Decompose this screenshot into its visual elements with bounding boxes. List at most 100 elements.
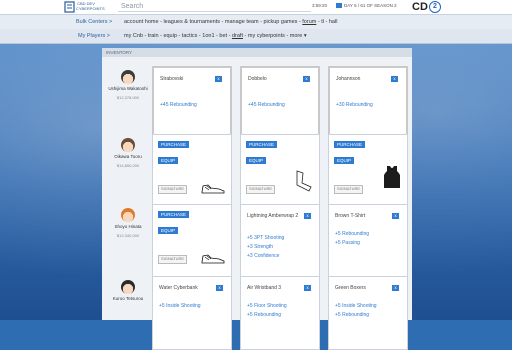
remove-button[interactable]: x bbox=[392, 285, 399, 291]
my-players-link[interactable]: My Players > bbox=[78, 33, 110, 39]
game-day-text: DAY 5 / 61 OF SEASON 2 bbox=[336, 3, 397, 9]
inventory-card[interactable]: PURCHASE EQUIP SIGNATURE bbox=[152, 134, 232, 208]
card-title: Lightning Amberwrap 2 bbox=[247, 213, 299, 219]
nav-link-forum[interactable]: forum bbox=[302, 19, 316, 25]
player-summary[interactable]: Kuroo Tetsurou bbox=[108, 280, 148, 302]
nav-link-equip[interactable]: equip bbox=[163, 33, 176, 39]
bulk-centers-link[interactable]: Bulk Centers > bbox=[76, 19, 112, 25]
purchase-button[interactable]: PURCHASE bbox=[158, 141, 190, 148]
signature-button[interactable]: SIGNATURE bbox=[158, 185, 188, 194]
nav-link-leagues-tournaments[interactable]: leagues & tournaments bbox=[163, 19, 220, 25]
inventory-card[interactable]: Dobbelo x +45 Rebounding bbox=[240, 66, 320, 140]
equip-button[interactable]: EQUIP bbox=[158, 227, 179, 234]
card-bonus: +45 Rebounding bbox=[160, 102, 197, 108]
panel-title: INVENTORY bbox=[102, 48, 412, 57]
inventory-card[interactable]: Strabovski x +45 Rebounding bbox=[152, 66, 232, 140]
inventory-card[interactable]: PURCHASE EQUIP SIGNATURE bbox=[240, 134, 320, 208]
player-salary: $12,340,000 bbox=[116, 232, 140, 238]
logo-icon[interactable] bbox=[64, 1, 76, 13]
nav-link-1on1[interactable]: 1on1 bbox=[202, 33, 214, 39]
equip-button[interactable]: EQUIP bbox=[246, 157, 267, 164]
brand-circle: 2 bbox=[428, 1, 441, 13]
inventory-card[interactable]: Johannson x +30 Rebounding bbox=[328, 66, 408, 140]
card-title: Air Wristband 3 bbox=[247, 285, 282, 291]
inventory-card[interactable]: Water Cyberbank x +5 Inside Shooting bbox=[152, 276, 232, 350]
player-name: Ushijima Wakatoshi bbox=[108, 86, 148, 91]
nav-link-tactics[interactable]: tactics bbox=[182, 33, 198, 39]
card-title: Johannson bbox=[336, 76, 361, 82]
card-bonus: +5 3PT Shooting bbox=[247, 235, 285, 241]
chevron-down-icon[interactable]: ▾ bbox=[302, 33, 307, 39]
player-name: Oikawa Tooru bbox=[114, 154, 142, 159]
avatar[interactable] bbox=[121, 280, 135, 294]
remove-button[interactable]: x bbox=[304, 285, 311, 291]
inventory-card[interactable]: Brown T-Shirt x +5 Rebounding +5 Passing bbox=[328, 204, 408, 278]
avatar[interactable] bbox=[121, 208, 135, 222]
card-bonus: +30 Rebounding bbox=[336, 102, 373, 108]
player-summary[interactable]: Ushijima Wakatoshi $12,378,000 bbox=[108, 70, 148, 100]
inventory-card[interactable]: Lightning Amberwrap 2 x +5 3PT Shooting +3 … bbox=[240, 204, 320, 278]
signature-button[interactable]: SIGNATURE bbox=[158, 255, 188, 264]
day-label: DAY 5 / 61 OF SEASON 2 bbox=[344, 3, 397, 8]
card-bonus: +5 Rebounding bbox=[335, 312, 370, 318]
nav-link-pickup-games[interactable]: pickup games bbox=[263, 19, 297, 25]
card-bonus: +45 Rebounding bbox=[248, 102, 285, 108]
nav-link-account-home[interactable]: account home bbox=[124, 19, 159, 25]
search-input[interactable]: Search bbox=[118, 2, 311, 12]
shoe-icon bbox=[201, 254, 225, 264]
remove-button[interactable]: x bbox=[215, 76, 222, 82]
equip-button[interactable]: EQUIP bbox=[158, 157, 179, 164]
card-title: Water Cyberbank bbox=[159, 285, 198, 291]
signature-button[interactable]: SIGNATURE bbox=[334, 185, 364, 194]
player-name: Kuroo Tetsurou bbox=[112, 296, 144, 301]
top-bar: CBD DEV CYBERPOINTS Search 3:59:20 DAY 5… bbox=[0, 0, 512, 15]
jersey-icon bbox=[384, 166, 400, 188]
nav-link-my-cnb[interactable]: my Cnb bbox=[124, 33, 143, 39]
nav-link-hall[interactable]: hall bbox=[329, 19, 338, 25]
inventory-card[interactable]: PURCHASE EQUIP SIGNATURE bbox=[152, 204, 232, 278]
card-title: Dobbelo bbox=[248, 76, 267, 82]
logo-line-2: CYBERPOINTS bbox=[76, 6, 105, 11]
shoe-icon bbox=[201, 184, 225, 194]
remove-button[interactable]: x bbox=[391, 76, 398, 82]
nav-link-more[interactable]: more bbox=[290, 33, 303, 39]
purchase-button[interactable]: PURCHASE bbox=[158, 211, 190, 218]
inventory-card[interactable]: Air Wristband 3 x +5 Floor Shooting +5 Rebo… bbox=[240, 276, 320, 350]
calendar-icon bbox=[336, 3, 342, 9]
equip-button[interactable]: EQUIP bbox=[334, 157, 355, 164]
nav-link-bet[interactable]: bet bbox=[219, 33, 227, 39]
remove-button[interactable]: x bbox=[304, 213, 311, 219]
nav-link-my-cyberpoints[interactable]: my cyberpoints bbox=[248, 33, 285, 39]
main-nav-links: account home - leagues & tournaments - m… bbox=[124, 19, 337, 25]
brand-logo[interactable]: CD 2 bbox=[412, 1, 441, 13]
avatar[interactable] bbox=[121, 70, 135, 84]
nav-link-manage-team[interactable]: manage team bbox=[225, 19, 259, 25]
main-nav: Bulk Centers > account home - leagues & … bbox=[0, 15, 512, 29]
brand-text: CD bbox=[412, 1, 428, 13]
clock-text: 3:59:20 bbox=[312, 3, 328, 8]
purchase-button[interactable]: PURCHASE bbox=[246, 141, 278, 148]
avatar[interactable] bbox=[121, 138, 135, 152]
player-summary[interactable]: Oikawa Tooru $14,850,000 bbox=[108, 138, 148, 168]
player-salary: $12,378,000 bbox=[116, 94, 140, 100]
remove-button[interactable]: x bbox=[216, 285, 223, 291]
card-bonus: +3 Strength bbox=[247, 244, 273, 250]
card-bonus: +5 Passing bbox=[335, 240, 360, 246]
card-bonus: +5 Rebounding bbox=[335, 231, 370, 237]
remove-button[interactable]: x bbox=[392, 213, 399, 219]
logo-text: CBD DEV CYBERPOINTS bbox=[76, 1, 105, 11]
signature-button[interactable]: SIGNATURE bbox=[246, 185, 276, 194]
nav-link-train[interactable]: train bbox=[148, 33, 159, 39]
nav-link-draft[interactable]: draft bbox=[232, 33, 243, 39]
sub-nav: My Players > my Cnb - train - equip - ta… bbox=[0, 29, 512, 44]
remove-button[interactable]: x bbox=[303, 76, 310, 82]
card-bonus: +3 Confidence bbox=[247, 253, 280, 259]
arm-sleeve-icon bbox=[296, 170, 312, 192]
sub-nav-links: my Cnb - train - equip - tactics - 1on1 … bbox=[124, 33, 307, 39]
player-summary[interactable]: Shoyo Hinata $12,340,000 bbox=[108, 208, 148, 238]
purchase-button[interactable]: PURCHASE bbox=[334, 141, 366, 148]
inventory-card[interactable]: PURCHASE EQUIP SIGNATURE bbox=[328, 134, 408, 208]
inventory-card[interactable]: Green Boxers x +5 Inside Shooting +5 Reboun… bbox=[328, 276, 408, 350]
card-title: Brown T-Shirt bbox=[335, 213, 366, 219]
card-title: Strabovski bbox=[160, 76, 184, 82]
